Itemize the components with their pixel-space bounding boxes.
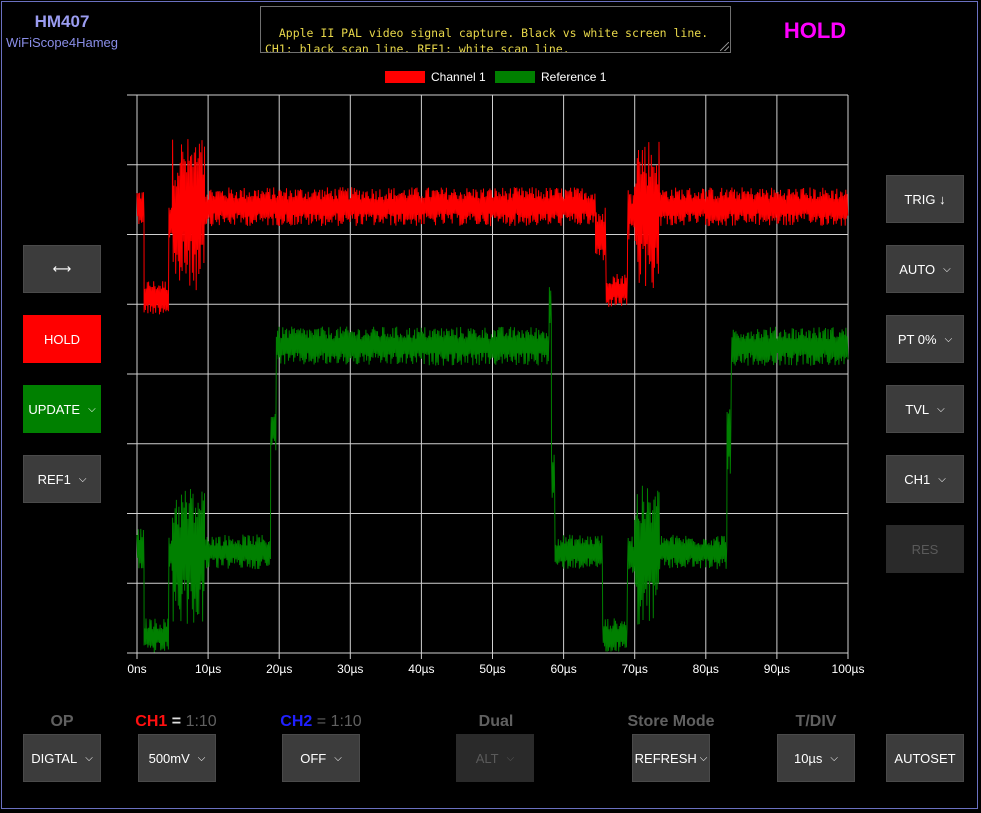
x-tick-label: 30µs — [337, 662, 363, 676]
x-tick-label: 70µs — [622, 662, 648, 676]
chevron-down-icon: ⌵ — [944, 333, 953, 345]
trigger-button[interactable]: TRIG ↓ — [886, 175, 964, 223]
x-tick-label: 50µs — [479, 662, 505, 676]
store-mode-select[interactable]: REFRESH ⌵ — [632, 734, 710, 782]
chevron-down-icon: ⌵ — [937, 403, 945, 415]
store-mode-value: REFRESH — [634, 750, 697, 766]
update-select[interactable]: UPDATE ⌵ — [23, 385, 101, 433]
dual-label: Dual — [478, 713, 514, 730]
tdiv-label: T/DIV — [795, 713, 837, 730]
x-tick-label: 80µs — [693, 662, 719, 676]
ch1-volts-select[interactable]: 500mV ⌵ — [138, 734, 216, 782]
expand-arrows-icon: ⟷ — [52, 261, 72, 276]
x-tick-label: 40µs — [408, 662, 434, 676]
update-label: UPDATE — [28, 401, 81, 417]
chevron-down-icon: ⌵ — [78, 473, 87, 485]
x-tick-label: 100µs — [832, 662, 865, 676]
chevron-down-icon: ⌵ — [88, 403, 96, 415]
ch1-probe-ratio: 1:10 — [185, 713, 217, 730]
hold-button[interactable]: HOLD — [23, 315, 101, 363]
reset-label: RES — [911, 541, 939, 557]
chevron-down-icon: ⌵ — [334, 752, 342, 764]
ch1-label: CH1 = 1:10 — [121, 713, 231, 731]
autoset-button[interactable]: AUTOSET — [886, 734, 964, 782]
dual-value: ALT — [475, 750, 499, 766]
trigger-source-type-select[interactable]: TVL ⌵ — [886, 385, 964, 433]
ch2-volts-value: OFF — [300, 750, 327, 766]
trigger-mode-select[interactable]: AUTO ⌵ — [886, 245, 964, 293]
chevron-down-icon: ⌵ — [85, 752, 93, 764]
trigger-channel-label: CH1 — [904, 471, 931, 487]
tdiv-value: 10µs — [793, 750, 823, 766]
dual-select[interactable]: ALT ⌵ — [456, 734, 534, 782]
ch1-volts-value: 500mV — [148, 750, 190, 766]
ch2-equals: = — [316, 713, 327, 730]
scope-plot: 0ns 10µs 20µs 30µs 40µs 50µs 60µs 70µs 80µs 90µs 1… — [127, 94, 865, 676]
expand-button[interactable]: ⟷ — [23, 245, 101, 293]
x-tick-label: 10µs — [195, 662, 221, 676]
pretrigger-select[interactable]: PT 0% ⌵ — [886, 315, 964, 363]
ch2-name: CH2 — [280, 713, 313, 730]
pretrigger-label: PT 0% — [897, 331, 937, 347]
op-select[interactable]: DIGTAL ⌵ — [23, 734, 101, 782]
trigger-channel-select[interactable]: CH1 ⌵ — [886, 455, 964, 503]
ref-select[interactable]: REF1 ⌵ — [23, 455, 101, 503]
x-tick-label: 20µs — [266, 662, 292, 676]
trigger-mode-label: AUTO — [899, 261, 936, 277]
ch1-equals: = — [171, 713, 182, 730]
hold-label: HOLD — [43, 331, 81, 347]
op-value: DIGTAL — [31, 750, 78, 766]
reset-button[interactable]: RES — [886, 525, 964, 573]
tdiv-select[interactable]: 10µs ⌵ — [777, 734, 855, 782]
trigger-source-type-label: TVL — [905, 401, 930, 417]
store-mode-label: Store Mode — [627, 713, 715, 730]
ch2-label: CH2 = 1:10 — [266, 713, 376, 731]
autoset-label: AUTOSET — [894, 750, 956, 766]
chevron-down-icon: ⌵ — [830, 752, 839, 764]
op-label: OP — [50, 713, 74, 730]
ref-label: REF1 — [37, 471, 71, 487]
x-tick-label: 90µs — [764, 662, 790, 676]
ch2-volts-select[interactable]: OFF ⌵ — [282, 734, 360, 782]
chevron-down-icon: ⌵ — [506, 752, 515, 764]
ch1-name: CH1 — [135, 713, 168, 730]
chevron-down-icon: ⌵ — [938, 473, 946, 485]
trigger-label: TRIG ↓ — [904, 191, 946, 207]
chevron-down-icon: ⌵ — [943, 263, 951, 275]
ch2-probe-ratio: 1:10 — [330, 713, 362, 730]
x-tick-label: 0ns — [127, 662, 146, 676]
x-tick-label: 60µs — [550, 662, 576, 676]
chevron-down-icon: ⌵ — [197, 752, 206, 764]
chevron-down-icon: ⌵ — [699, 752, 708, 764]
